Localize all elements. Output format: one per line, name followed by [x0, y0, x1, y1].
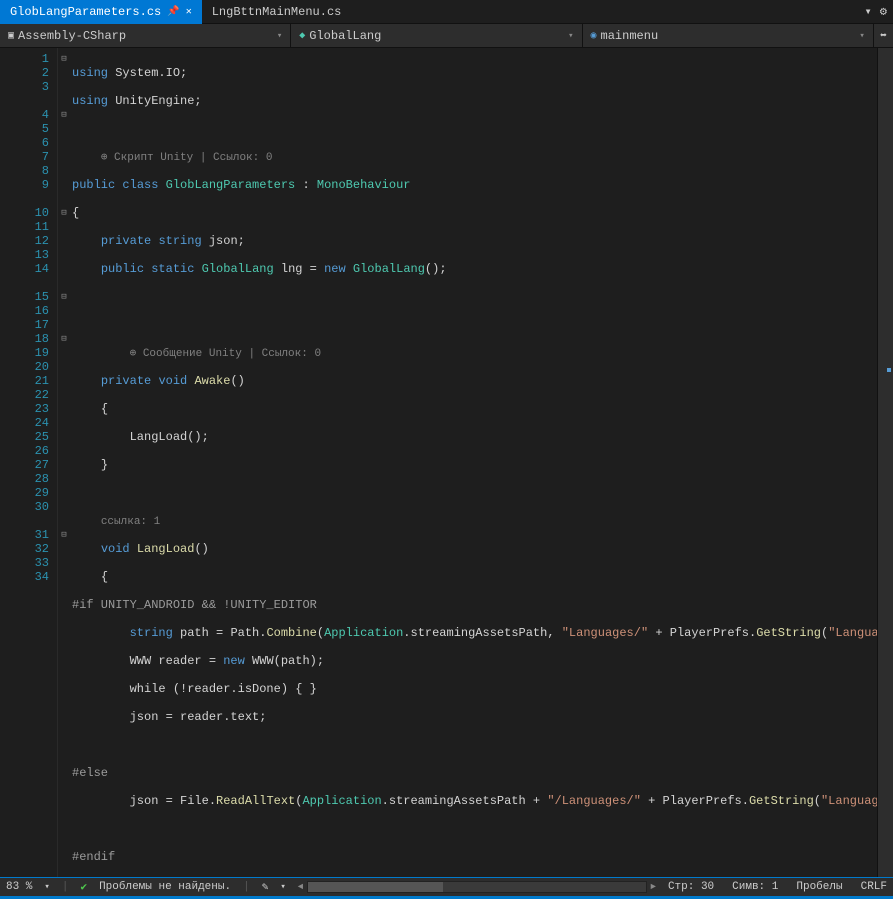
- split-icon[interactable]: ⬌: [874, 28, 893, 43]
- nav-project-label: Assembly-CSharp: [18, 29, 126, 43]
- codelens-hint[interactable]: ⊕ Скрипт Unity | Ссылок: 0: [101, 152, 273, 164]
- vertical-scrollbar[interactable]: [877, 48, 893, 877]
- nav-class-label: GlobalLang: [309, 29, 381, 43]
- close-icon[interactable]: ✕: [186, 6, 192, 18]
- brush-icon[interactable]: ✎: [262, 880, 269, 894]
- tab-inactive[interactable]: LngBttnMainMenu.cs: [202, 0, 352, 24]
- project-icon: ▣: [8, 30, 14, 42]
- nav-bar: ▣ Assembly-CSharp ▾ ◆ GlobalLang ▾ ◉ mai…: [0, 24, 893, 48]
- gear-icon[interactable]: ⚙: [880, 4, 887, 19]
- line-number-gutter: 1234567891011121314151617181920212223242…: [0, 48, 58, 877]
- indent-status[interactable]: Пробелы: [796, 881, 842, 893]
- chevron-down-icon: ▾: [277, 31, 282, 41]
- tab-active[interactable]: GlobLangParameters.cs 📌 ✕: [0, 0, 202, 24]
- problems-status[interactable]: Проблемы не найдены.: [99, 881, 231, 893]
- codelens-hint[interactable]: ссылка: 1: [101, 516, 160, 528]
- scroll-right-icon[interactable]: ►: [651, 882, 656, 892]
- check-icon: ✔: [80, 880, 87, 894]
- nav-project[interactable]: ▣ Assembly-CSharp ▾: [0, 24, 291, 47]
- cursor-col-status[interactable]: Симв: 1: [732, 881, 778, 893]
- chevron-down-icon: ▾: [568, 31, 573, 41]
- class-icon: ◆: [299, 30, 305, 42]
- fold-gutter: ⊟⊟⊟⊟⊟⊟: [58, 48, 70, 877]
- zoom-dropdown-icon[interactable]: ▾: [44, 882, 49, 892]
- pin-icon[interactable]: 📌: [167, 6, 179, 18]
- codelens-hint[interactable]: ⊕ Сообщение Unity | Ссылок: 0: [130, 348, 321, 360]
- tab-bar: GlobLangParameters.cs 📌 ✕ LngBttnMainMen…: [0, 0, 893, 24]
- tab-label: GlobLangParameters.cs: [10, 5, 161, 19]
- cursor-line-status[interactable]: Стр: 30: [668, 881, 714, 893]
- zoom-level[interactable]: 83 %: [6, 881, 32, 893]
- eol-status[interactable]: CRLF: [861, 881, 887, 893]
- dropdown-icon[interactable]: ▾: [865, 4, 872, 19]
- horizontal-scrollbar[interactable]: [307, 881, 646, 893]
- scroll-left-icon[interactable]: ◄: [298, 882, 303, 892]
- status-bar: 83 % ▾ | ✔ Проблемы не найдены. | ✎ ▾ ◄ …: [0, 877, 893, 899]
- field-icon: ◉: [591, 30, 597, 42]
- chevron-down-icon: ▾: [859, 31, 864, 41]
- editor: 1234567891011121314151617181920212223242…: [0, 48, 893, 877]
- nav-class[interactable]: ◆ GlobalLang ▾: [291, 24, 582, 47]
- nav-member-label: mainmenu: [601, 29, 659, 43]
- tab-label: LngBttnMainMenu.cs: [212, 5, 342, 19]
- code-area[interactable]: using System.IO; using UnityEngine; ⊕ Ск…: [70, 48, 877, 877]
- nav-member[interactable]: ◉ mainmenu ▾: [583, 24, 874, 47]
